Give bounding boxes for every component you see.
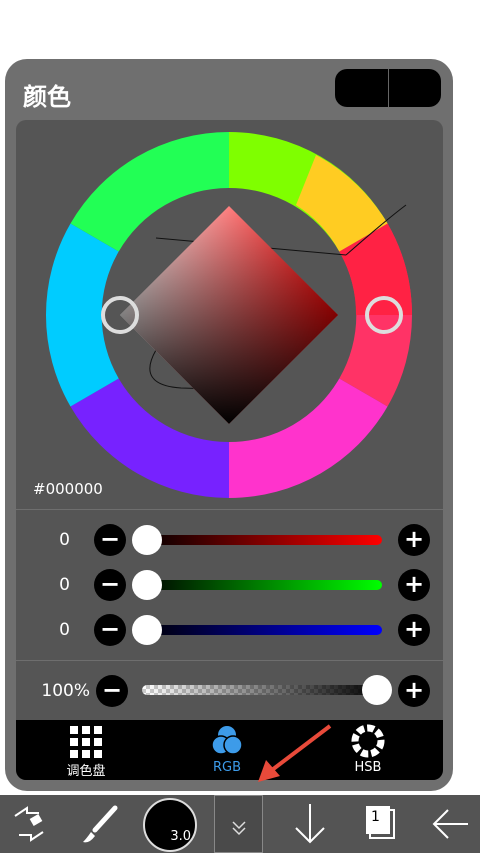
- color-picker-area: #000000 0 − + 0 − + 0 − + 100% − + 调色盘 R…: [16, 120, 443, 780]
- layers-button[interactable]: 1: [360, 795, 404, 853]
- down-arrow-button[interactable]: [290, 795, 330, 853]
- color-mode-tabs: 调色盘 RGB HSB: [16, 720, 443, 780]
- grid-icon: [70, 726, 102, 758]
- red-value: 0: [59, 530, 70, 550]
- blue-minus-button[interactable]: −: [94, 614, 126, 646]
- green-value: 0: [59, 575, 70, 595]
- panel-title: 颜色: [23, 83, 71, 111]
- opacity-minus-button[interactable]: −: [96, 675, 128, 707]
- tab-palette-label: 调色盘: [66, 764, 106, 779]
- brush-icon: [83, 805, 118, 843]
- back-button[interactable]: [428, 795, 472, 853]
- swap-tool-button[interactable]: [0, 795, 58, 853]
- red-minus-button[interactable]: −: [94, 524, 126, 556]
- green-thumb[interactable]: [132, 570, 162, 600]
- tab-rgb-label: RGB: [212, 760, 242, 775]
- color-swatch[interactable]: [335, 69, 441, 107]
- tab-hsb[interactable]: HSB: [318, 720, 418, 780]
- tab-rgb[interactable]: RGB: [177, 720, 277, 780]
- layer-count: 1: [371, 809, 380, 825]
- opacity-track[interactable]: [142, 685, 382, 695]
- chevron-double-down-icon: [232, 821, 246, 836]
- rgb-circles-icon: [211, 726, 243, 755]
- color-panel: 颜色 #000000 0 − + 0 − + 0 − + 100% − + 调色…: [5, 59, 453, 791]
- blue-track[interactable]: [140, 625, 382, 635]
- red-plus-button[interactable]: +: [398, 524, 430, 556]
- green-track[interactable]: [140, 580, 382, 590]
- green-minus-button[interactable]: −: [94, 569, 126, 601]
- brush-size-button[interactable]: 3.0: [143, 798, 197, 852]
- hsb-ring-icon: [351, 724, 385, 758]
- brush-tool-button[interactable]: [72, 795, 130, 853]
- bottom-toolbar: 3.0 1: [0, 795, 480, 853]
- tab-palette[interactable]: 调色盘: [36, 720, 136, 780]
- blue-value: 0: [59, 620, 70, 640]
- sv-diamond[interactable]: [120, 206, 338, 424]
- divider: [16, 660, 443, 661]
- tab-hsb-label: HSB: [354, 760, 382, 775]
- blue-thumb[interactable]: [132, 615, 162, 645]
- blue-plus-button[interactable]: +: [398, 614, 430, 646]
- opacity-value: 100%: [41, 681, 90, 701]
- swap-arrows-icon: [14, 806, 44, 842]
- opacity-thumb[interactable]: [362, 675, 392, 705]
- brush-size-value: 3.0: [170, 829, 191, 844]
- arrow-down-icon: [295, 804, 325, 844]
- layers-icon: [366, 806, 395, 839]
- arrow-left-icon: [432, 809, 468, 839]
- divider: [16, 509, 443, 510]
- opacity-plus-button[interactable]: +: [398, 675, 430, 707]
- red-track[interactable]: [140, 535, 382, 545]
- collapse-panel-button[interactable]: [214, 795, 263, 853]
- red-thumb[interactable]: [132, 525, 162, 555]
- green-plus-button[interactable]: +: [398, 569, 430, 601]
- hue-wheel[interactable]: [16, 120, 443, 500]
- hex-value: #000000: [33, 480, 103, 498]
